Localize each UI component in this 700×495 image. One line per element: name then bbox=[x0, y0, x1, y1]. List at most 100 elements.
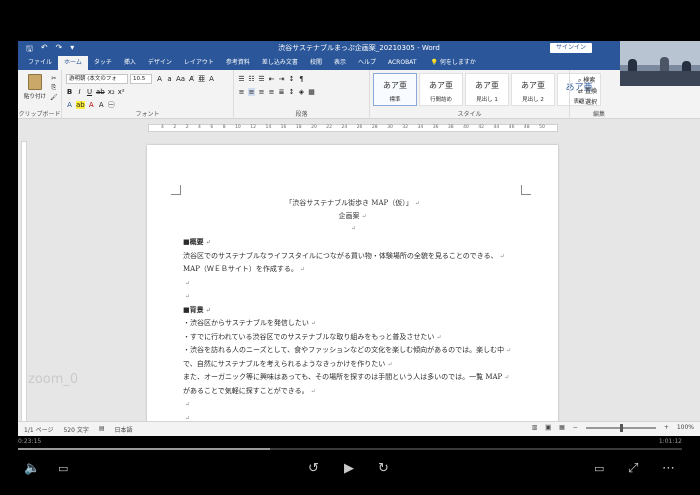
find-label: 検索 bbox=[583, 77, 596, 84]
italic-icon[interactable]: I bbox=[76, 88, 83, 96]
sign-in-button[interactable]: サインイン bbox=[549, 43, 592, 53]
ruler-tick: 16 bbox=[280, 125, 287, 130]
replace-button[interactable]: ⇄ 置換 bbox=[578, 86, 597, 97]
document-line: ↵ bbox=[183, 277, 523, 291]
paragraph-mark: ↵ bbox=[436, 333, 442, 341]
styles-label: スタイル bbox=[457, 111, 482, 118]
superscript-icon[interactable]: x² bbox=[118, 88, 125, 96]
tab-help[interactable]: ヘルプ bbox=[352, 56, 382, 70]
tab-mailings[interactable]: 差し込み文書 bbox=[256, 56, 304, 70]
align-left-icon[interactable]: ≡ bbox=[238, 88, 245, 96]
web-layout-icon[interactable]: ▦ bbox=[559, 424, 565, 431]
ruler-tick: 44 bbox=[493, 125, 500, 130]
tab-home[interactable]: ホーム bbox=[58, 56, 88, 70]
distributed-icon[interactable]: ≣ bbox=[278, 88, 285, 96]
bullets-icon[interactable]: ☰ bbox=[238, 75, 245, 83]
ribbon-home: 貼り付け ✂ ⎘ 🖌 クリップボード 游明朝 (本文のフォ 10.5 A a A… bbox=[18, 70, 700, 119]
document-page[interactable]: 「渋谷サステナブル街歩き MAP（仮）」 ↵ 企画案 ↵ ↵ ■概要 ↵ 渋谷区でのサス… bbox=[147, 145, 558, 435]
font-name-select[interactable]: 游明朝 (本文のフォ bbox=[66, 74, 128, 84]
show-marks-icon[interactable]: ¶ bbox=[298, 75, 305, 83]
zoom-out-icon[interactable]: − bbox=[573, 424, 578, 431]
numbering-icon[interactable]: ☷ bbox=[248, 75, 255, 83]
document-subtitle-text: 企画案 bbox=[338, 212, 360, 220]
fullscreen-icon[interactable]: ⤢ bbox=[628, 462, 638, 476]
borders-icon[interactable]: ▦ bbox=[308, 88, 315, 96]
clear-format-icon[interactable]: A̸ bbox=[188, 75, 195, 83]
char-shading-icon[interactable]: A bbox=[98, 101, 105, 109]
underline-icon[interactable]: U bbox=[86, 88, 93, 96]
clipboard-label: クリップボード bbox=[18, 111, 61, 118]
webcam-thumbnail bbox=[620, 41, 700, 86]
find-button[interactable]: ⌕ 検索 bbox=[578, 75, 597, 86]
font-color-icon[interactable]: A bbox=[88, 101, 95, 109]
zoom-level[interactable]: 100% bbox=[677, 424, 694, 431]
sort-icon[interactable]: ↕ bbox=[288, 75, 295, 83]
tab-touch[interactable]: タッチ bbox=[88, 56, 118, 70]
tab-insert[interactable]: 挿入 bbox=[118, 56, 142, 70]
zoom-in-icon[interactable]: + bbox=[664, 424, 669, 431]
paragraph-mark: ↵ bbox=[350, 225, 357, 232]
select-icon: ↖ bbox=[578, 99, 585, 106]
ruler-tick: 32 bbox=[402, 125, 409, 130]
tab-view[interactable]: 表示 bbox=[328, 56, 352, 70]
total-time: 1:01:12 bbox=[658, 438, 682, 445]
text-effects-icon[interactable]: A bbox=[66, 101, 73, 109]
list-tools: ☰ ☷ ☰ ⇤ ⇥ ↕ ¶ bbox=[238, 75, 305, 83]
cut-icon[interactable]: ✂ bbox=[50, 75, 57, 82]
proofing-icon[interactable]: ▤ bbox=[99, 425, 105, 434]
tell-me-search[interactable]: 💡 何をしますか bbox=[430, 56, 475, 70]
decrease-indent-icon[interactable]: ⇤ bbox=[268, 75, 275, 83]
horizontal-ruler[interactable]: 4 2 2 4 6 8 10 12 14 16 18 20 22 24 26 28 30 32 34 36 38 40 42… bbox=[148, 124, 558, 132]
zoom-slider-thumb[interactable] bbox=[619, 423, 623, 432]
page-count[interactable]: 1/1 ページ bbox=[24, 425, 53, 434]
document-line-text: ・渋谷区からサステナブルを発信したい bbox=[183, 319, 309, 327]
play-icon[interactable]: ▶ bbox=[344, 462, 354, 476]
shading-icon[interactable]: ◈ bbox=[298, 88, 305, 96]
format-painter-icon[interactable]: 🖌 bbox=[50, 94, 58, 101]
progress-bar[interactable] bbox=[18, 448, 682, 450]
volume-icon[interactable]: 🔈 bbox=[24, 462, 40, 476]
grow-font-icon[interactable]: A bbox=[156, 75, 163, 83]
zoom-slider[interactable] bbox=[585, 423, 656, 432]
document-line: ↵ bbox=[183, 290, 523, 304]
tab-file[interactable]: ファイル bbox=[22, 56, 58, 70]
document-line: ・すでに行われている渋谷区でのサステナブルな取り組みをもっと普及させたい ↵ bbox=[183, 331, 523, 345]
rewind-icon[interactable]: ↺ bbox=[308, 462, 319, 476]
paste-button[interactable]: 貼り付け bbox=[22, 74, 48, 100]
subscript-icon[interactable]: x₂ bbox=[108, 88, 115, 96]
shrink-font-icon[interactable]: a bbox=[166, 75, 173, 83]
print-layout-icon[interactable]: ▣ bbox=[545, 424, 552, 431]
bold-icon[interactable]: B bbox=[66, 88, 73, 96]
ruler-tick: 8 bbox=[222, 125, 226, 130]
document-line-text: があることで気軽に探すことができる。 bbox=[183, 386, 309, 395]
captions-icon[interactable]: ▭ bbox=[58, 462, 68, 476]
multilevel-icon[interactable]: ☰ bbox=[258, 75, 265, 83]
copy-icon[interactable]: ⎘ bbox=[50, 84, 57, 92]
strikethrough-icon[interactable]: ab bbox=[96, 88, 105, 96]
line-spacing-icon[interactable]: ↕ bbox=[288, 88, 295, 96]
webcam-desk bbox=[620, 71, 700, 86]
language[interactable]: 日本語 bbox=[115, 425, 133, 434]
font-size-select[interactable]: 10.5 bbox=[130, 74, 152, 84]
select-button[interactable]: ↖ 選択 bbox=[578, 97, 597, 108]
more-icon[interactable]: ⋯ bbox=[662, 462, 675, 476]
char-border-icon[interactable]: A bbox=[208, 75, 215, 83]
align-center-icon[interactable]: ≡ bbox=[248, 88, 255, 96]
tab-acrobat[interactable]: ACROBAT bbox=[382, 56, 423, 70]
word-count[interactable]: 520 文字 bbox=[63, 425, 88, 434]
tab-design[interactable]: デザイン bbox=[142, 56, 178, 70]
align-right-icon[interactable]: ≡ bbox=[258, 88, 265, 96]
font-size-tools: A a Aa A̸ 亜 A bbox=[156, 74, 215, 84]
tab-layout[interactable]: レイアウト bbox=[178, 56, 220, 70]
forward-icon[interactable]: ↻ bbox=[378, 462, 389, 476]
read-mode-icon[interactable]: ▥ bbox=[532, 424, 538, 431]
justify-icon[interactable]: ≡ bbox=[268, 88, 275, 96]
tab-references[interactable]: 参考資料 bbox=[220, 56, 256, 70]
margin-corner-mark bbox=[171, 185, 181, 195]
increase-indent-icon[interactable]: ⇥ bbox=[278, 75, 285, 83]
window-icon[interactable]: ▭ bbox=[594, 462, 604, 476]
tab-review[interactable]: 校閲 bbox=[304, 56, 328, 70]
change-case-icon[interactable]: Aa bbox=[176, 75, 185, 83]
phonetic-icon[interactable]: 亜 bbox=[198, 74, 205, 84]
highlight-icon[interactable]: ab bbox=[76, 101, 85, 109]
